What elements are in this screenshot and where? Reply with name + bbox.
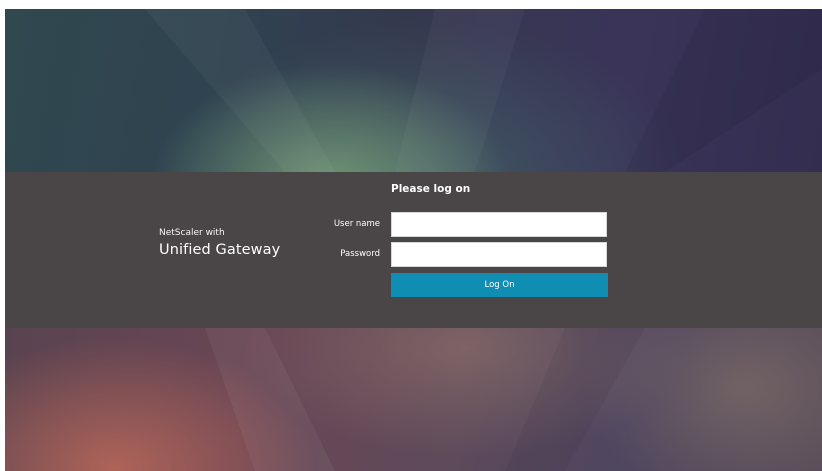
product-name: Unified Gateway <box>159 242 281 258</box>
product-branding: NetScaler with Unified Gateway <box>159 227 280 260</box>
login-title: Please log on <box>391 183 471 195</box>
password-input[interactable] <box>391 242 607 267</box>
background-top-gradient <box>5 9 822 172</box>
login-page-background <box>5 9 822 471</box>
product-prefix: NetScaler with <box>159 228 225 238</box>
background-bottom-gradient <box>5 328 822 471</box>
username-label: User name <box>333 219 380 229</box>
password-label: Password <box>340 249 380 259</box>
username-input[interactable] <box>391 212 607 237</box>
log-on-button[interactable]: Log On <box>391 273 608 297</box>
